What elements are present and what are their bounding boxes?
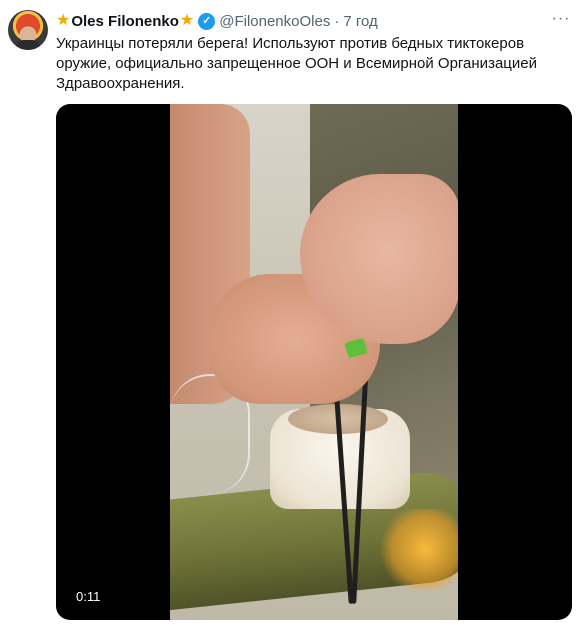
more-options-icon[interactable]: ··· <box>551 11 571 27</box>
video-frame <box>170 104 458 620</box>
avatar-shirt <box>16 40 40 50</box>
tweet-text: Украинцы потеряли берега! Используют про… <box>56 35 537 92</box>
video-player[interactable]: 0:11 <box>56 104 572 620</box>
tweet-time[interactable]: 7 год <box>343 13 377 30</box>
author-name[interactable]: Oles Filonenko <box>71 13 179 30</box>
light-glare <box>380 509 458 589</box>
author-handle[interactable]: @FilonenkoOles <box>219 13 330 30</box>
tweet-header: ★ Oles Filonenko ★ ✓ @FilonenkoOles · 7 … <box>56 10 569 32</box>
star-icon: ★ <box>56 12 71 29</box>
separator-dot: · <box>334 12 340 30</box>
avatar[interactable] <box>8 10 48 50</box>
video-timestamp: 0:11 <box>70 587 107 606</box>
star-icon: ★ <box>179 12 195 29</box>
verified-badge-icon: ✓ <box>198 12 216 30</box>
